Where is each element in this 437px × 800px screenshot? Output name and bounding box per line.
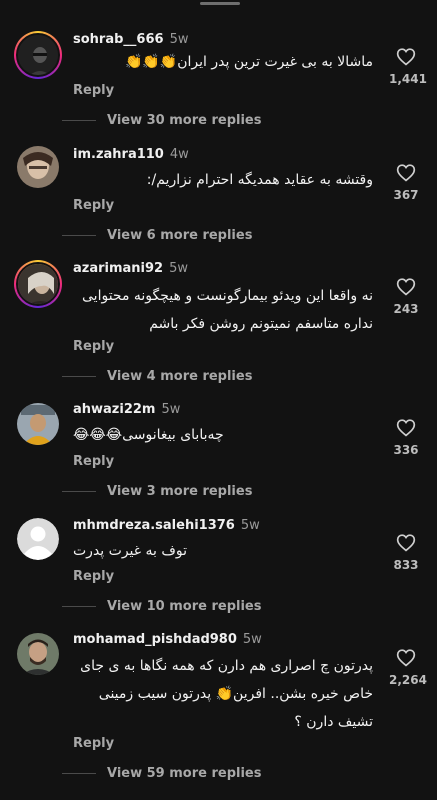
default-avatar-icon [17, 518, 59, 560]
username[interactable]: mhmdreza.salehi1376 [73, 518, 235, 533]
timestamp: 5w [242, 632, 262, 647]
reply-button[interactable]: Reply [73, 339, 114, 354]
username[interactable]: sohrab__666 [73, 32, 164, 47]
like-count: 367 [393, 188, 419, 202]
like-count: 833 [393, 558, 419, 572]
view-more-label: View 10 more replies [107, 599, 262, 614]
avatar-image [17, 633, 59, 675]
timestamp: 4w [169, 147, 189, 162]
divider [62, 491, 96, 492]
avatar[interactable] [17, 403, 59, 445]
like-count: 1,441 [389, 72, 427, 86]
comment-meta: sohrab__666 5w [73, 32, 188, 47]
like-button[interactable]: 2,264 [389, 648, 427, 687]
like-button[interactable]: 336 [389, 418, 423, 457]
reply-button[interactable]: Reply [73, 454, 114, 469]
username[interactable]: im.zahra110 [73, 147, 164, 162]
username[interactable]: ahwazi22m [73, 402, 155, 417]
avatar-image [18, 35, 58, 75]
reply-button[interactable]: Reply [73, 569, 114, 584]
avatar[interactable] [14, 260, 62, 308]
avatar[interactable] [14, 31, 62, 79]
heart-outline-icon [396, 534, 416, 552]
like-button[interactable]: 833 [389, 533, 423, 572]
view-more-replies[interactable]: View 3 more replies [62, 484, 252, 499]
view-more-label: View 6 more replies [107, 228, 253, 243]
comment-meta: ahwazi22m 5w [73, 402, 180, 417]
divider [62, 376, 96, 377]
comment-text: چه‌بابای بیغانوسی😂😂😂 [73, 427, 224, 443]
divider [62, 773, 96, 774]
heart-outline-icon [396, 278, 416, 296]
view-more-replies[interactable]: View 10 more replies [62, 599, 262, 614]
heart-outline-icon [396, 164, 416, 182]
like-count: 243 [393, 302, 419, 316]
view-more-label: View 30 more replies [107, 113, 262, 128]
view-more-label: View 59 more replies [107, 766, 262, 781]
like-button[interactable]: 367 [389, 163, 423, 202]
avatar-image [18, 264, 58, 304]
timestamp: 5w [169, 261, 189, 276]
divider [62, 120, 96, 121]
heart-outline-icon [396, 48, 416, 66]
drag-handle[interactable] [200, 2, 240, 5]
username[interactable]: mohamad_pishdad980 [73, 632, 237, 647]
timestamp: 5w [169, 32, 189, 47]
divider [62, 606, 96, 607]
like-button[interactable]: 1,441 [389, 47, 427, 86]
reply-button[interactable]: Reply [73, 736, 114, 751]
avatar-image [17, 146, 59, 188]
view-more-replies[interactable]: View 4 more replies [62, 369, 252, 384]
like-count: 336 [393, 443, 419, 457]
comment-meta: mohamad_pishdad980 5w [73, 632, 262, 647]
comment-text: ماشالا به بی غیرت ترین پدر ایران👏👏👏 [124, 54, 373, 70]
avatar-image [17, 403, 59, 445]
view-more-label: View 4 more replies [107, 369, 253, 384]
divider [62, 235, 96, 236]
view-more-replies[interactable]: View 59 more replies [62, 766, 262, 781]
reply-button[interactable]: Reply [73, 198, 114, 213]
avatar[interactable] [17, 518, 59, 560]
comment-text: پدرتون چ اصراری هم دارن که همه نگاها به … [80, 658, 373, 730]
heart-outline-icon [396, 419, 416, 437]
like-count: 2,264 [389, 673, 427, 687]
timestamp: 5w [240, 518, 260, 533]
comment-meta: mhmdreza.salehi1376 5w [73, 518, 260, 533]
heart-outline-icon [396, 649, 416, 667]
comment-text: نه واقعا این ویدئو بیمارگونست و هیچگونه … [82, 288, 373, 332]
avatar[interactable] [17, 633, 59, 675]
view-more-label: View 3 more replies [107, 484, 253, 499]
reply-button[interactable]: Reply [73, 83, 114, 98]
view-more-replies[interactable]: View 6 more replies [62, 228, 252, 243]
like-button[interactable]: 243 [389, 277, 423, 316]
comment-meta: im.zahra110 4w [73, 147, 189, 162]
timestamp: 5w [161, 402, 181, 417]
comment-meta: azarimani92 5w [73, 261, 188, 276]
comment-text: وقتشه به عقاید همدیگه احترام نزاریم/: [146, 172, 373, 188]
avatar[interactable] [17, 146, 59, 188]
comment-text: توف به غیرت پدرت [73, 543, 188, 559]
username[interactable]: azarimani92 [73, 261, 163, 276]
view-more-replies[interactable]: View 30 more replies [62, 113, 262, 128]
